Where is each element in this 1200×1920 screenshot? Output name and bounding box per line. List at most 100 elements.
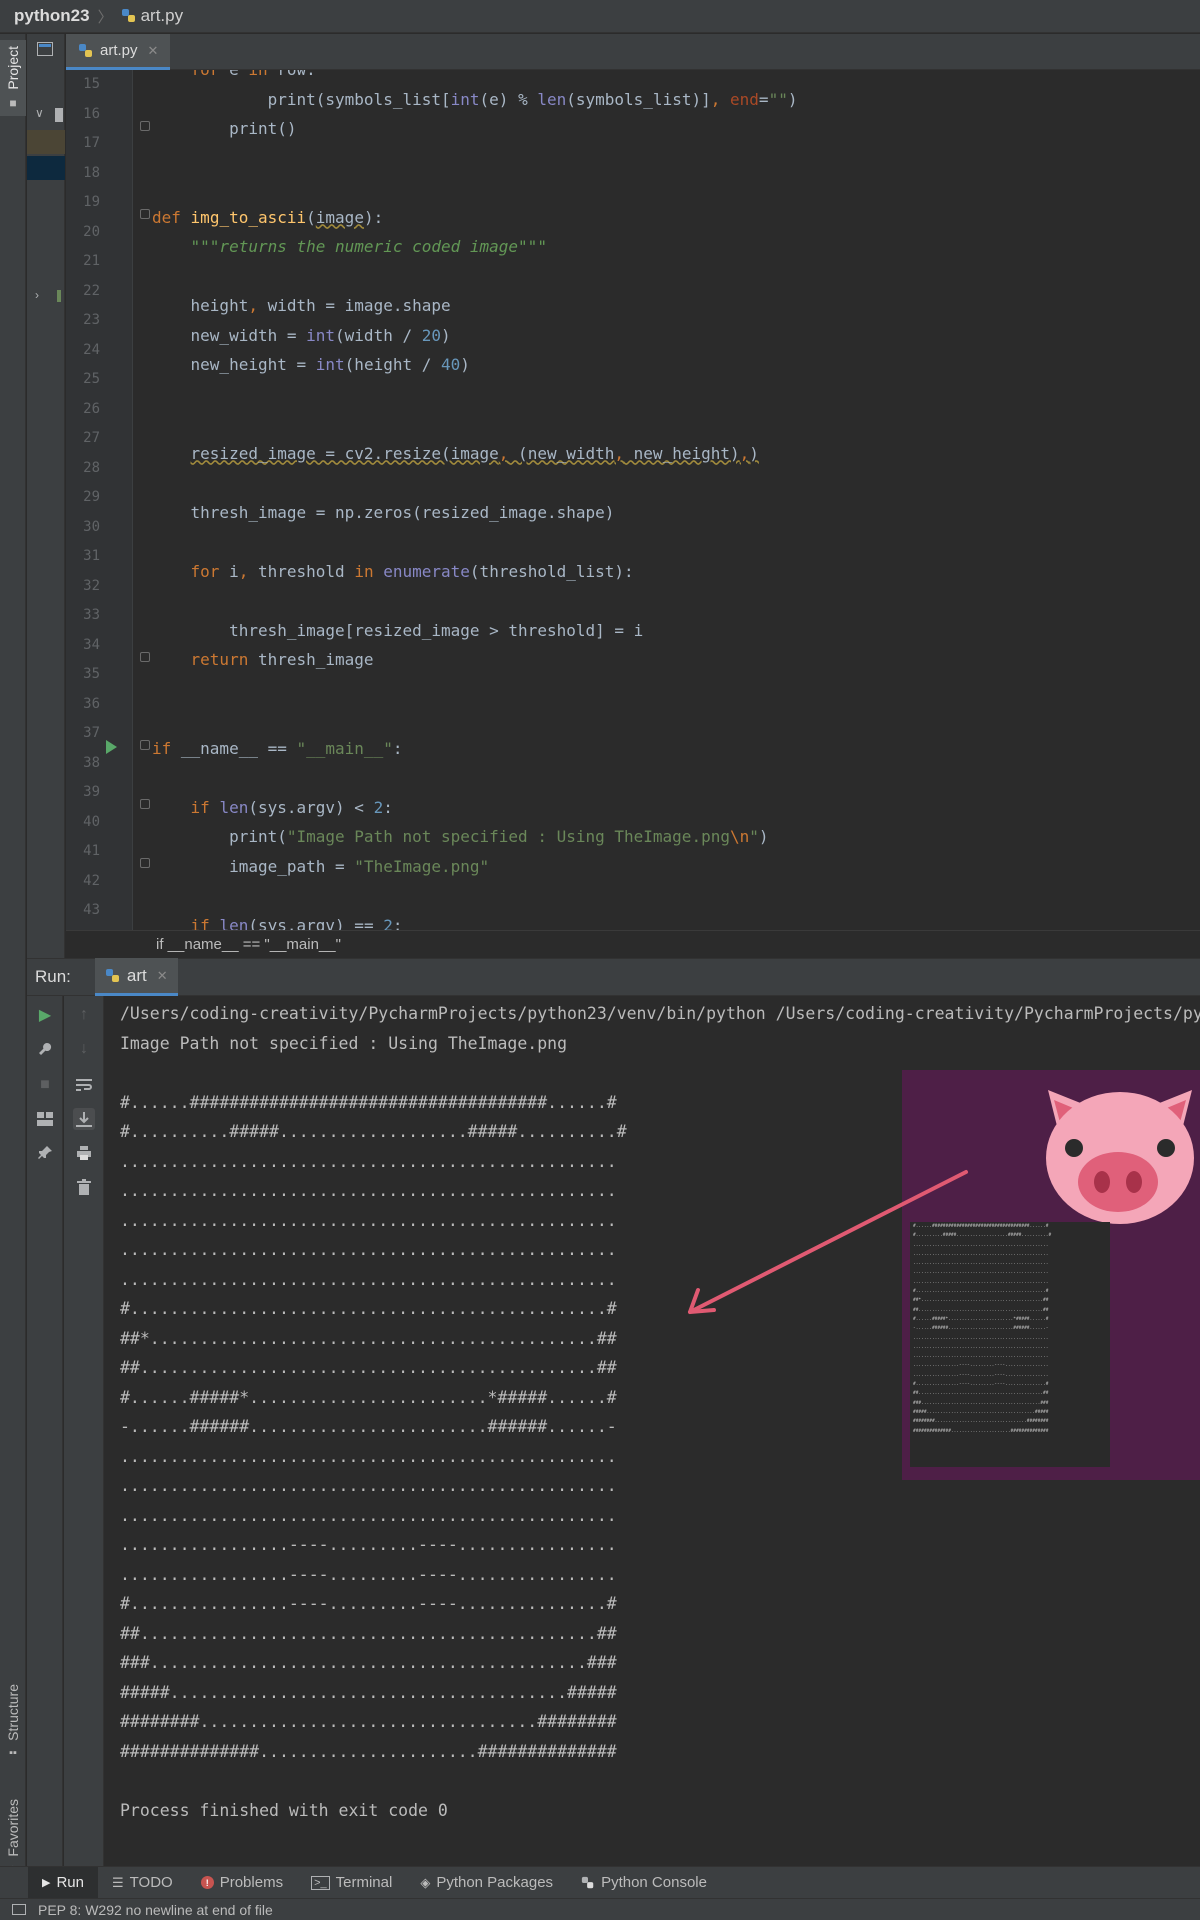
line-number: 22	[83, 282, 100, 299]
library-icon	[57, 290, 61, 302]
tree-row-expanded[interactable]: ∨	[27, 104, 65, 128]
code-line[interactable]: def img_to_ascii(image):	[152, 203, 383, 233]
line-number: 16	[83, 105, 100, 122]
terminal-icon: >_	[311, 1875, 330, 1890]
pig-face-icon	[1046, 1090, 1194, 1224]
line-number: 24	[83, 341, 100, 358]
run-toolbar-primary: ▶ ■	[27, 996, 63, 1866]
tree-row-collapsed[interactable]: ›	[27, 286, 65, 310]
fold-marker-icon[interactable]	[140, 858, 150, 868]
structure-tool-tab-label: Structure	[5, 1684, 21, 1741]
ascii-thumbnail-row: ########................................…	[913, 1419, 1049, 1425]
tab-run[interactable]: ▶ Run	[28, 1866, 98, 1899]
wrench-icon[interactable]	[34, 1038, 56, 1060]
layout-icon[interactable]	[34, 1108, 56, 1130]
code-line[interactable]: return thresh_image	[152, 645, 374, 675]
code-line[interactable]: thresh_image = np.zeros(resized_image.sh…	[152, 498, 615, 528]
arrow-up-icon[interactable]: ↑	[73, 1004, 95, 1026]
tab-art-py[interactable]: art.py ✕	[66, 34, 171, 70]
code-line[interactable]: if len(sys.argv) < 2:	[152, 793, 393, 823]
run-gutter-icon[interactable]	[106, 740, 117, 754]
arrow-down-icon[interactable]: ↓	[73, 1038, 95, 1060]
python-icon	[581, 1876, 594, 1888]
code-line[interactable]: print("Image Path not specified : Using …	[152, 822, 768, 852]
breadcrumb-file[interactable]: art.py	[121, 6, 183, 26]
close-icon[interactable]: ✕	[157, 968, 168, 984]
fold-marker-icon[interactable]	[140, 652, 150, 662]
console-line: #.......................................…	[120, 1299, 617, 1318]
play-icon: ▶	[42, 1877, 51, 1889]
console-line: #......#################################…	[120, 1092, 617, 1112]
navigation-bar: python23 〉 art.py	[0, 0, 1200, 33]
breadcrumb-project[interactable]: python23	[14, 6, 90, 26]
code-line[interactable]: for e in row:	[152, 70, 316, 85]
tab-python-console[interactable]: Python Console	[567, 1867, 721, 1899]
tab-todo[interactable]: ☰ TODO	[98, 1867, 187, 1899]
tab-problems-label: Problems	[219, 1874, 284, 1891]
code-editor[interactable]: 15 16 17 18 19 20 21 22 23 24 25 26 27 28 29 30 31 32 33 34…	[66, 70, 1200, 930]
tab-terminal[interactable]: >_ Terminal	[297, 1867, 406, 1899]
project-panel-header	[27, 40, 65, 64]
stop-icon[interactable]: ■	[34, 1074, 56, 1096]
fold-marker-icon[interactable]	[140, 209, 150, 219]
left-tool-strip: Project ■ Structure ▪▪ Favorites ★	[0, 34, 26, 1894]
status-bar: PEP 8: W292 no newline at end of file	[0, 1898, 1200, 1920]
console-line: -......######........................###…	[120, 1417, 617, 1436]
console-line: ##......................................…	[120, 1358, 617, 1377]
status-message[interactable]: PEP 8: W292 no newline at end of file	[38, 1902, 273, 1918]
tree-row-selected[interactable]	[27, 130, 65, 154]
code-line[interactable]: if len(sys.argv) == 2:	[152, 911, 403, 931]
tab-art-py-label: art.py	[100, 42, 138, 59]
code-line[interactable]: for i, threshold in enumerate(threshold_…	[152, 557, 634, 587]
line-number: 36	[83, 695, 100, 712]
console-line: ........................................…	[120, 1269, 617, 1289]
chevron-down-icon: ∨	[35, 106, 44, 120]
line-number: 30	[83, 518, 100, 535]
line-number: 21	[83, 253, 100, 269]
code-line[interactable]: if __name__ == "__main__":	[152, 734, 402, 764]
ascii-thumbnail-row: ##############......................####…	[913, 1428, 1049, 1434]
rerun-icon[interactable]: ▶	[34, 1004, 56, 1026]
console-line: Process finished with exit code 0	[120, 1800, 448, 1820]
tree-row-highlighted[interactable]	[27, 156, 65, 180]
soft-wrap-icon[interactable]	[73, 1074, 95, 1096]
code-line[interactable]: new_height = int(height / 40)	[152, 350, 470, 380]
code-line[interactable]: print()	[152, 114, 296, 144]
code-line[interactable]: resized_image = cv2.resize(image, (new_w…	[152, 439, 759, 469]
fold-marker-icon[interactable]	[140, 740, 150, 750]
code-line[interactable]: print(symbols_list[int(e) % len(symbols_…	[152, 85, 798, 115]
print-icon[interactable]	[73, 1142, 95, 1164]
code-line[interactable]: thresh_image[resized_image > threshold] …	[152, 616, 643, 646]
console-line: #..........#####...................#####…	[120, 1122, 627, 1141]
structure-tool-tab[interactable]: Structure ▪▪	[0, 1684, 26, 1759]
fold-marker-icon[interactable]	[140, 799, 150, 809]
tab-python-packages[interactable]: ◈ Python Packages	[406, 1867, 567, 1899]
project-panel: ∨ ›	[27, 34, 65, 959]
panel-layout-icon[interactable]	[37, 42, 53, 56]
error-icon: !	[200, 1876, 214, 1889]
fold-marker-icon[interactable]	[140, 121, 150, 131]
window-icon[interactable]	[12, 1904, 26, 1915]
run-config-tab[interactable]: art ✕	[94, 958, 178, 996]
close-icon[interactable]: ✕	[148, 43, 159, 59]
line-number: 41	[83, 843, 100, 859]
project-tool-tab[interactable]: Project ■	[0, 40, 26, 116]
scroll-to-end-icon[interactable]	[73, 1108, 95, 1130]
console-line: ........................................…	[120, 1240, 617, 1259]
line-number: 25	[83, 371, 100, 387]
python-file-icon	[121, 9, 135, 22]
trash-icon[interactable]	[73, 1176, 95, 1198]
chevron-right-icon: ›	[35, 288, 39, 302]
ascii-thumbnail-row: #................----.........----......…	[913, 1382, 1049, 1388]
editor-breadcrumb[interactable]: if __name__ == "__main__"	[66, 930, 1200, 958]
line-number: 19	[83, 194, 100, 210]
code-line[interactable]: new_width = int(width / 20)	[152, 321, 451, 351]
line-number: 20	[83, 223, 100, 240]
console-line: #####...................................…	[120, 1682, 617, 1702]
code-line[interactable]: height, width = image.shape	[152, 291, 451, 321]
tab-problems[interactable]: ! Problems	[187, 1867, 297, 1899]
code-line[interactable]: """returns the numeric coded image"""	[152, 232, 547, 262]
run-window-header: Run: art ✕	[27, 958, 1200, 996]
code-line[interactable]: image_path = "TheImage.png"	[152, 852, 489, 882]
pin-icon[interactable]	[34, 1142, 56, 1164]
